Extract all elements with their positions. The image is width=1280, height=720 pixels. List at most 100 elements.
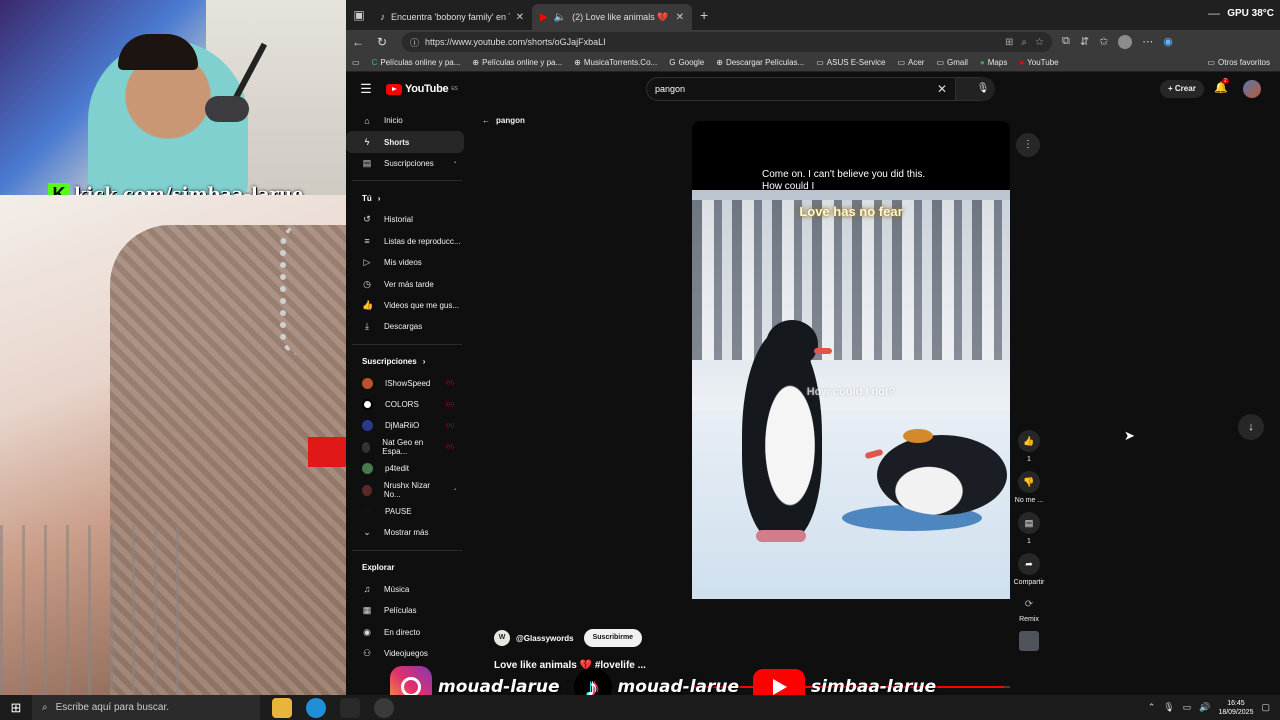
other-favorites[interactable]: ▭ Otros favoritos: [1207, 58, 1270, 67]
tab-actions-icon[interactable]: ▣: [346, 0, 372, 30]
notifications-icon[interactable]: 🔔 2: [1214, 78, 1229, 94]
close-icon[interactable]: ✕: [516, 12, 524, 23]
next-short-arrow-icon[interactable]: ↓: [1238, 414, 1264, 440]
penguin-crowd: [692, 200, 1010, 360]
more-options-icon[interactable]: ⋮: [1016, 133, 1040, 157]
favorites-icon[interactable]: ✩: [1099, 35, 1108, 49]
zoom-icon[interactable]: ⌕: [1021, 37, 1027, 48]
obs-icon[interactable]: [374, 697, 394, 718]
bookmark[interactable]: ▭ ASUS E-Service: [816, 58, 885, 67]
sidebar-channel[interactable]: DjMaRiiO ((•)): [346, 415, 464, 436]
sound-thumbnail[interactable]: [1019, 631, 1039, 651]
sidebar-channel[interactable]: Nrushx Nizar No... •: [346, 479, 464, 500]
channel-name[interactable]: @Glassywords: [516, 634, 574, 643]
sidebar-item-watch-later[interactable]: ◷ Ver más tarde: [346, 273, 464, 294]
sidebar-channel[interactable]: Nat Geo en Espa... ((•)): [346, 437, 464, 458]
bookmark[interactable]: C Películas online y pa...: [372, 58, 461, 67]
sidebar-item-downloads[interactable]: ⤓ Descargas: [346, 316, 464, 337]
subscribe-button[interactable]: Suscribirme: [583, 629, 643, 647]
minimize-button[interactable]: —: [1208, 6, 1220, 20]
download-icon: ⤓: [365, 321, 369, 332]
volume-icon[interactable]: 🔊: [1199, 702, 1210, 713]
taskbar-search[interactable]: ⌕ Escribe aquí para buscar.: [32, 695, 260, 720]
remix-button[interactable]: ⟳ Remix: [1009, 594, 1049, 623]
chevron-up-icon[interactable]: ⌃: [1148, 702, 1156, 713]
speaker-icon[interactable]: 🔈: [554, 12, 566, 23]
short-player[interactable]: Come on. I can't believe you did this. H…: [692, 121, 1010, 599]
comments-count: 1: [1027, 538, 1031, 545]
new-tab-button[interactable]: +: [700, 7, 708, 23]
menu-icon[interactable]: ☰: [346, 81, 386, 97]
sidebar-channel[interactable]: p4tedit: [346, 458, 464, 479]
epic-games-icon[interactable]: [340, 697, 360, 718]
voice-search-icon[interactable]: 🎙: [971, 77, 995, 101]
profile-icon[interactable]: [1118, 35, 1133, 49]
edge-icon[interactable]: [306, 697, 326, 718]
clear-icon[interactable]: ✕: [937, 82, 947, 96]
sidebar-show-more[interactable]: ⌄ Mostrar más: [346, 522, 464, 543]
bookmark[interactable]: G Google: [669, 58, 704, 67]
reading-list-icon[interactable]: ▭: [352, 58, 360, 67]
channel-avatar: [362, 377, 373, 389]
sidebar-item-inicio[interactable]: ⌂ Inicio: [346, 110, 464, 131]
windows-start-icon[interactable]: ⊞: [0, 700, 32, 716]
sidebar-item-shorts[interactable]: ϟ Shorts: [346, 131, 464, 153]
sidebar-item-liked[interactable]: 👍 Videos que me gus...: [346, 295, 464, 316]
sidebar-channel[interactable]: COLORS ((•)): [346, 394, 464, 415]
close-icon[interactable]: ✕: [676, 12, 684, 23]
microphone-icon[interactable]: 🎙: [1163, 702, 1174, 713]
tab-tiktok[interactable]: ♪ Encuentra 'bobony family' en TikTok ✕: [372, 4, 532, 30]
sidebar-subs-heading[interactable]: Suscripciones ›: [346, 351, 470, 373]
menu-dots-icon[interactable]: ⋯: [1142, 35, 1153, 49]
new-dot: •: [454, 160, 456, 167]
youtube-logo[interactable]: YouTube ES: [386, 83, 458, 95]
home-icon: ⌂: [364, 115, 370, 126]
network-icon[interactable]: ▭: [1183, 702, 1192, 713]
bookmark[interactable]: ⊕ MusicaTorrents.Co...: [574, 58, 657, 67]
share-button[interactable]: ➦ Compartir: [1009, 553, 1049, 586]
live-icon: ◉: [363, 626, 371, 637]
sidebar-channel[interactable]: PAUSE: [346, 501, 464, 522]
sidebar-item-historial[interactable]: ↺ Historial: [346, 209, 464, 230]
sidebar-item-live[interactable]: ◉ En directo: [346, 621, 464, 642]
sidebar-item-gaming[interactable]: ⚇ Videojuegos: [346, 643, 464, 664]
bookmark[interactable]: ● Maps: [980, 58, 1007, 67]
bookmark[interactable]: ⊕ Descargar Películas...: [716, 58, 804, 67]
apps-icon[interactable]: ⊞: [1005, 37, 1013, 48]
bookmark[interactable]: ⊕ Películas online y pa...: [472, 58, 562, 67]
sidebar-item-playlists[interactable]: ≡ Listas de reproducc...: [346, 231, 464, 252]
bookmark[interactable]: ● YouTube: [1019, 58, 1058, 67]
site-info-icon[interactable]: ⓘ: [410, 36, 419, 49]
url-field[interactable]: ⓘ https://www.youtube.com/shorts/oGJajFx…: [402, 32, 1052, 52]
sidebar-you-heading[interactable]: Tú ›: [346, 187, 470, 209]
search-input[interactable]: pangon ✕: [646, 77, 956, 101]
bookmark[interactable]: ▭ Acer: [897, 58, 924, 67]
dislike-button[interactable]: 👎 No me ...: [1009, 471, 1049, 504]
globe-icon: ⊕: [716, 58, 723, 67]
avatar[interactable]: [1243, 80, 1261, 98]
my-videos-icon: ▷: [363, 257, 371, 268]
copilot-icon[interactable]: ◉: [1163, 35, 1173, 49]
sidebar-item-my-videos[interactable]: ▷ Mis videos: [346, 252, 464, 273]
bookmark[interactable]: ▭ Gmail: [936, 58, 967, 67]
like-button[interactable]: 👍 1: [1009, 430, 1049, 463]
split-icon[interactable]: ⇵: [1080, 35, 1089, 49]
channel-avatar[interactable]: W: [494, 630, 510, 646]
reload-icon[interactable]: ↻: [370, 35, 394, 49]
comments-button[interactable]: ▤ 1: [1009, 512, 1049, 545]
notifications-icon[interactable]: ▢: [1261, 702, 1270, 713]
tab-youtube[interactable]: ▶ 🔈 (2) Love like animals 💔 #lovelife ✕: [532, 4, 692, 30]
sidebar-item-movies[interactable]: ▦ Películas: [346, 600, 464, 621]
favorite-star-icon[interactable]: ☆: [1035, 37, 1044, 48]
clock[interactable]: 16:45 18/09/2025: [1218, 699, 1253, 717]
file-explorer-icon[interactable]: [272, 697, 292, 718]
channel-avatar: [362, 463, 373, 475]
extensions-icon[interactable]: ⧉: [1062, 35, 1070, 49]
back-button[interactable]: ← pangon: [482, 116, 525, 125]
sidebar-item-music[interactable]: ♫ Música: [346, 579, 464, 600]
gpu-temp: GPU 38°C: [1227, 8, 1274, 19]
back-arrow-icon[interactable]: ←: [346, 35, 370, 49]
sidebar-item-suscripciones[interactable]: ▤ Suscripciones •: [346, 153, 464, 174]
sidebar-channel[interactable]: IShowSpeed ((•)): [346, 373, 464, 394]
create-button[interactable]: + Crear: [1160, 80, 1204, 98]
